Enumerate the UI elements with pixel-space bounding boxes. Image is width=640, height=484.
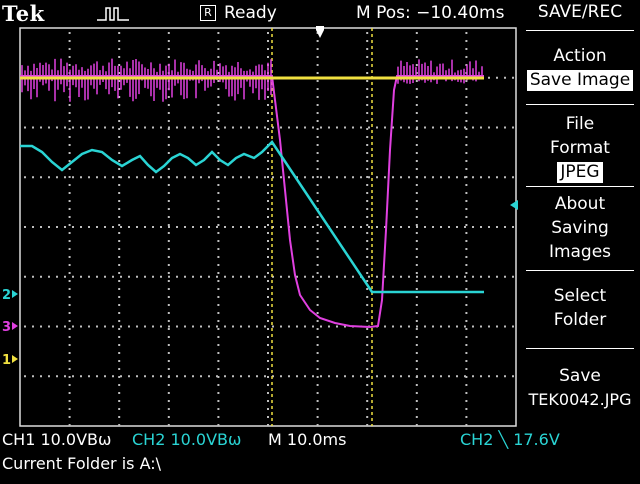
trigger-position-stem [316, 26, 324, 30]
ch2-trace [20, 140, 484, 294]
menu-file-format-label: File Format [550, 114, 610, 158]
ch3-ground-arrow [12, 322, 18, 330]
menu-save-label: Save [559, 366, 601, 386]
menu-file-format-button[interactable]: File Format JPEG [520, 112, 640, 184]
menu-title: SAVE/REC [537, 2, 623, 22]
menu-divider [526, 348, 634, 349]
timebase-readout: M 10.0ms [268, 430, 347, 449]
ch1-scale-text: CH1 10.0V [2, 430, 88, 449]
menu-divider [526, 186, 634, 187]
ch2-ground-marker: 2 [2, 288, 11, 303]
menu-action-value: Save Image [526, 70, 634, 91]
save-rec-menu: SAVE/REC Action Save Image File Format J… [520, 0, 640, 424]
menu-action-label: Action [553, 46, 607, 66]
trigger-readout: CH2 ╲ 17.6V [460, 430, 560, 449]
ch2-ground-arrow [12, 290, 18, 298]
menu-about-saving-label: About Saving Images [548, 194, 612, 262]
menu-about-saving-button[interactable]: About Saving Images [520, 192, 640, 264]
menu-action-button[interactable]: Action Save Image [520, 44, 640, 92]
menu-save-filename: TEK0042.JPG [528, 390, 632, 409]
menu-divider [526, 104, 634, 105]
trigger-level-marker [510, 200, 518, 210]
ch1-ground-marker: 1 [2, 353, 11, 368]
ch1-bandwidth-icon: Bω [87, 430, 112, 449]
waveform-display: 2 3 1 [2, 26, 518, 427]
menu-select-folder-label: Select Folder [553, 286, 607, 330]
ch2-scale-text: CH2 10.0V [132, 430, 218, 449]
ch1-ground-arrow [12, 355, 18, 363]
ch2-bandwidth-icon: Bω [217, 430, 242, 449]
menu-save-button[interactable]: Save TEK0042.JPG [520, 364, 640, 412]
menu-divider [526, 30, 634, 31]
current-folder-text: Current Folder is A:\ [2, 454, 162, 473]
ch1-scale-readout: CH1 10.0VBω [2, 430, 111, 449]
status-bar: CH1 10.0VBω CH2 10.0VBω M 10.0ms CH2 ╲ 1… [0, 428, 640, 484]
menu-select-folder-button[interactable]: Select Folder [520, 284, 640, 332]
ch3-trace [20, 75, 484, 329]
ch2-scale-readout: CH2 10.0VBω [132, 430, 241, 449]
menu-file-format-value: JPEG [557, 162, 603, 183]
menu-divider [526, 270, 634, 271]
ch3-ground-marker: 3 [2, 320, 11, 335]
ch3-noise [21, 58, 483, 102]
